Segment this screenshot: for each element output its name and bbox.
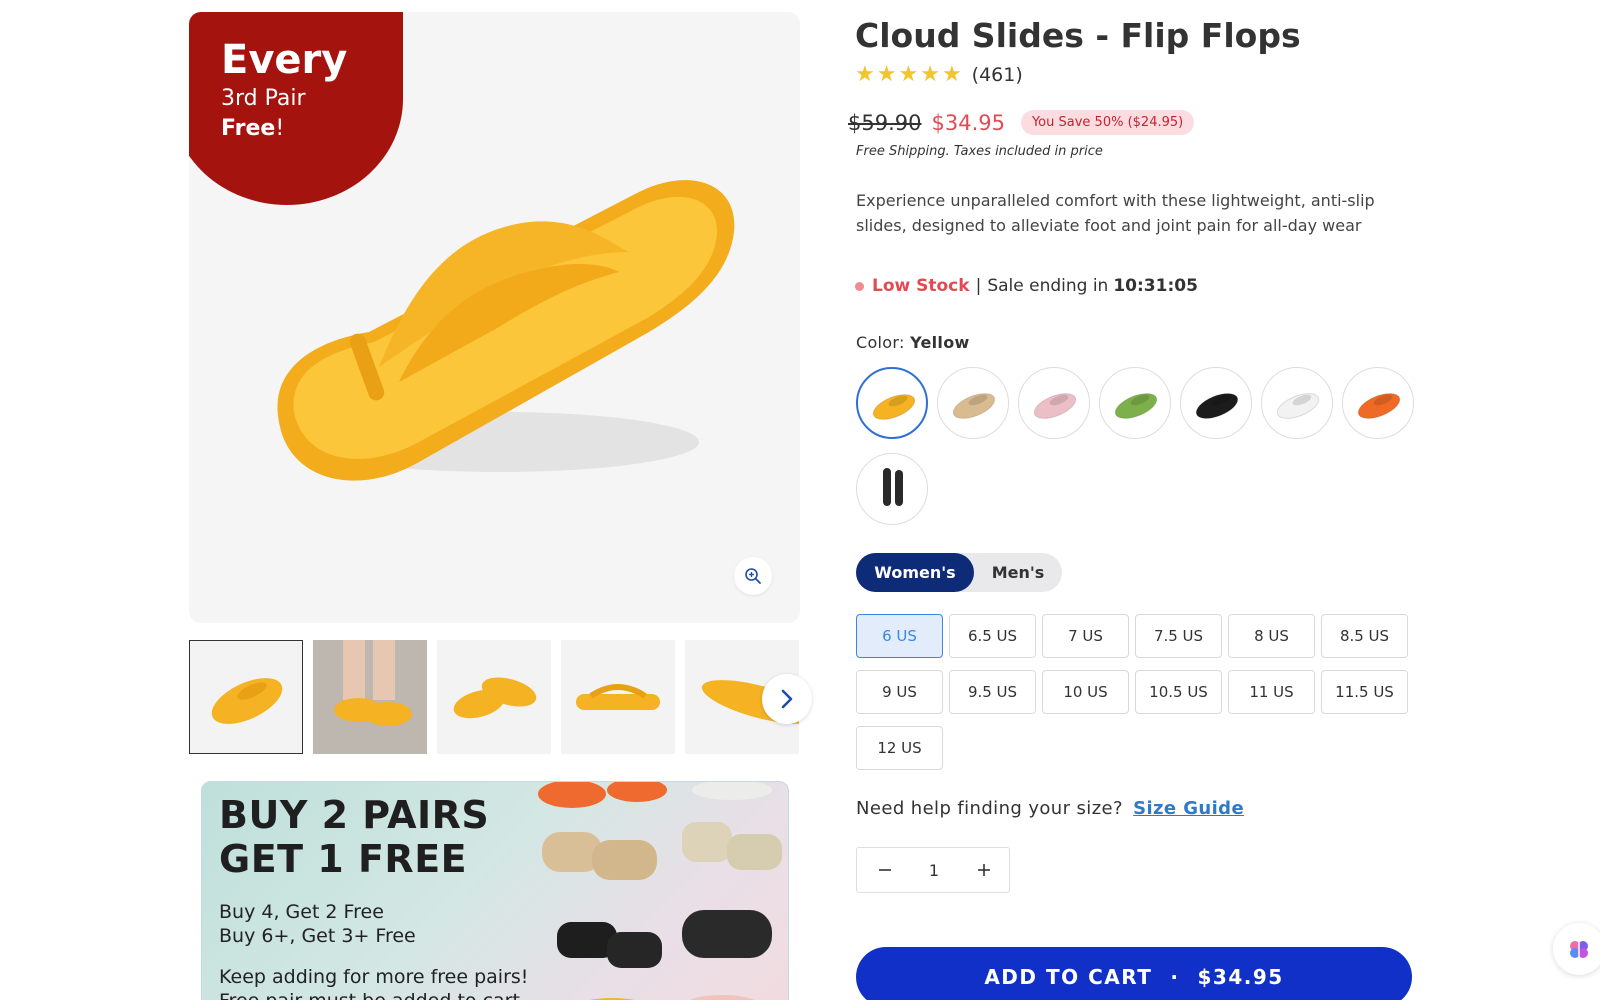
thumbnail-4[interactable]: [561, 640, 675, 754]
star-icon: ★: [876, 62, 897, 87]
size-option[interactable]: 11.5 US: [1321, 670, 1408, 714]
color-swatch-4[interactable]: [1099, 367, 1171, 439]
review-count: (461): [971, 64, 1023, 86]
swatch-thumbnail: [1276, 393, 1320, 419]
bundle-slides-image: [538, 782, 782, 1000]
zoom-in-icon: [745, 568, 761, 584]
color-swatch-6[interactable]: [1261, 367, 1333, 439]
stock-dot-icon: [855, 281, 864, 291]
color-swatch-8[interactable]: [856, 453, 928, 525]
bundle-line-4: Free pair must be added to cart: [219, 990, 520, 1000]
size-option[interactable]: 11 US: [1228, 670, 1315, 714]
size-option[interactable]: 8 US: [1228, 614, 1315, 658]
bundle-headline-1: BUY 2 PAIRS: [219, 793, 490, 837]
star-icon: ★: [898, 62, 919, 87]
gender-toggle: Women's Men's: [856, 553, 1062, 592]
size-help: Need help finding your size? Size Guide: [856, 798, 1244, 819]
add-to-cart-price: $34.95: [1197, 965, 1284, 989]
promo-badge-line-1: Every: [221, 37, 348, 83]
bundle-line-3: Keep adding for more free pairs!: [219, 966, 529, 988]
zoom-button[interactable]: [734, 557, 772, 595]
color-swatch-1[interactable]: [856, 367, 928, 439]
quantity-decrease-button[interactable]: [857, 848, 912, 892]
promo-badge-line-3: Free!: [221, 118, 284, 140]
bundle-headline: BUY 2 PAIRS GET 1 FREE: [219, 793, 490, 881]
swatch-thumbnail: [872, 394, 916, 420]
selected-color-name: Yellow: [910, 333, 970, 352]
size-help-prompt: Need help finding your size?: [856, 798, 1123, 819]
thumbnail-strip: [189, 640, 800, 754]
quantity-stepper: 1: [856, 847, 1010, 893]
sale-price: $34.95: [931, 110, 1005, 135]
thumbnail-1[interactable]: [189, 640, 303, 754]
size-option[interactable]: 6 US: [856, 614, 943, 658]
swatch-thumbnail: [1033, 393, 1077, 419]
price-row: $59.90 $34.95 You Save 50% ($24.95): [848, 110, 1195, 135]
promo-badge-free: Free: [221, 116, 276, 141]
size-option[interactable]: 8.5 US: [1321, 614, 1408, 658]
color-swatch-3[interactable]: [1018, 367, 1090, 439]
size-option[interactable]: 6.5 US: [949, 614, 1036, 658]
quantity-increase-button[interactable]: [956, 848, 1011, 892]
chevron-right-icon: [781, 689, 793, 709]
product-rating[interactable]: ★ ★ ★ ★ ★ (461): [855, 62, 1023, 87]
size-guide-link[interactable]: Size Guide: [1133, 798, 1244, 819]
bundle-offer-banner: BUY 2 PAIRS GET 1 FREE Buy 4, Get 2 Free…: [201, 781, 789, 1000]
compare-at-price: $59.90: [848, 110, 922, 135]
product-main-image[interactable]: Every 3rd Pair Free!: [189, 12, 800, 623]
star-icon: ★: [855, 62, 875, 87]
bundle-line-1: Buy 4, Get 2 Free: [219, 901, 384, 923]
thumbnail-2[interactable]: [313, 640, 427, 754]
gender-option-womens[interactable]: Women's: [856, 553, 974, 592]
minus-icon: [878, 869, 891, 871]
gender-option-mens[interactable]: Men's: [974, 553, 1062, 592]
stock-status: Low Stock | Sale ending in 10:31:05: [855, 276, 1198, 296]
gallery-next-button[interactable]: [762, 674, 812, 724]
size-option[interactable]: 10.5 US: [1135, 670, 1222, 714]
stock-separator: |: [975, 276, 982, 296]
color-label: Color: Yellow: [856, 333, 970, 352]
shipping-note: Free Shipping. Taxes included in price: [856, 144, 1103, 159]
color-swatch-7[interactable]: [1342, 367, 1414, 439]
size-option[interactable]: 10 US: [1042, 670, 1129, 714]
countdown-timer: 10:31:05: [1113, 276, 1198, 296]
add-to-cart-label: ADD TO CART: [984, 965, 1153, 989]
size-option[interactable]: 9.5 US: [949, 670, 1036, 714]
product-description: Experience unparalleled comfort with the…: [856, 191, 1375, 235]
thumbnail-3[interactable]: [437, 640, 551, 754]
size-option[interactable]: 7.5 US: [1135, 614, 1222, 658]
star-icon: ★: [920, 62, 940, 87]
size-option[interactable]: 12 US: [856, 726, 943, 770]
add-to-cart-separator: ·: [1170, 965, 1180, 989]
flip-flop-image: [277, 180, 735, 481]
plus-icon: [977, 864, 990, 876]
star-icon: ★: [941, 62, 962, 87]
savings-badge: You Save 50% ($24.95): [1020, 110, 1195, 135]
swatch-thumbnail: [952, 393, 996, 419]
product-title: Cloud Slides - Flip Flops: [855, 16, 1301, 55]
quantity-value[interactable]: 1: [912, 848, 956, 892]
size-option[interactable]: 9 US: [856, 670, 943, 714]
sale-ending-label: Sale ending in: [987, 276, 1109, 296]
add-to-cart-button[interactable]: ADD TO CART · $34.95: [856, 947, 1412, 1000]
assistant-widget-button[interactable]: [1553, 923, 1600, 975]
size-option[interactable]: 7 US: [1042, 614, 1129, 658]
swatch-thumbnail: [1357, 393, 1401, 419]
promo-badge-exclaim: !: [275, 116, 285, 141]
color-swatch-5[interactable]: [1180, 367, 1252, 439]
bundle-line-2: Buy 6+, Get 3+ Free: [219, 925, 416, 947]
bundle-headline-2: GET 1 FREE: [219, 836, 468, 881]
color-label-prefix: Color:: [856, 333, 905, 352]
swatch-thumbnail: [883, 468, 903, 506]
promo-badge-line-2: 3rd Pair: [221, 86, 306, 111]
color-swatch-2[interactable]: [937, 367, 1009, 439]
brain-icon: [1570, 941, 1588, 958]
low-stock-label: Low Stock: [872, 276, 970, 296]
swatch-thumbnail: [1114, 393, 1158, 419]
swatch-thumbnail: [1195, 393, 1239, 419]
